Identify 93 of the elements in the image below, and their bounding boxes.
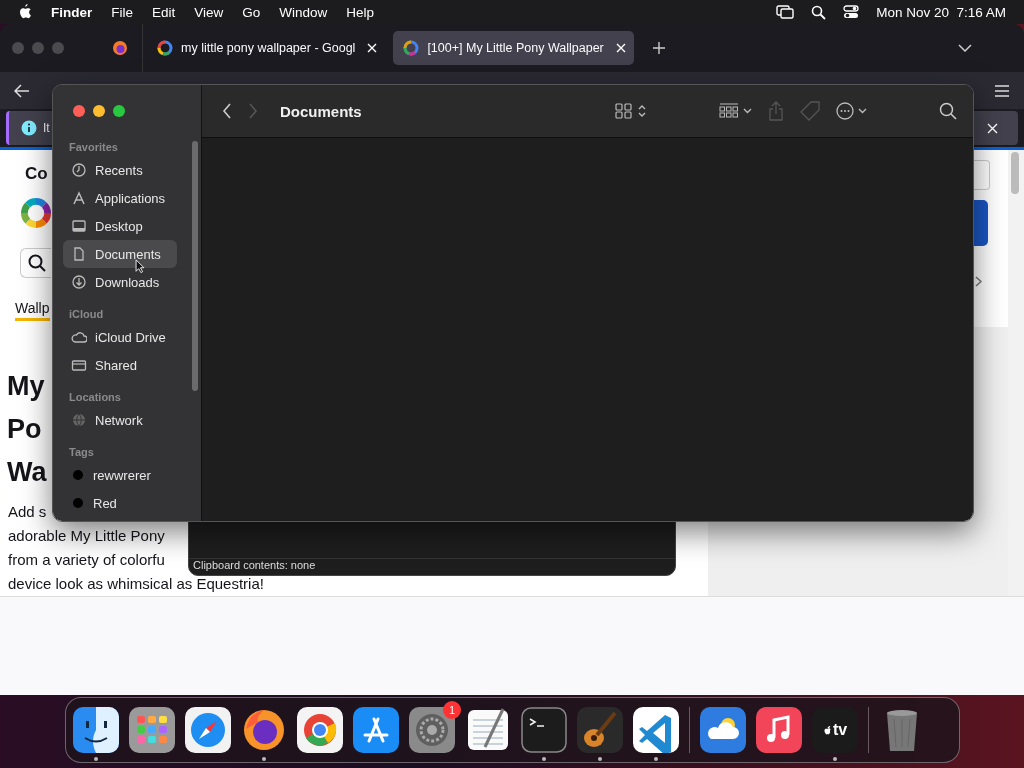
window-title: Documents: [280, 102, 362, 120]
tv-app-icon[interactable]: tv: [812, 707, 858, 753]
app-grid-icon[interactable]: [129, 707, 175, 753]
app-menu[interactable]: Finder: [51, 4, 93, 20]
shared-folder-icon: [71, 357, 87, 373]
sidebar-item[interactable]: iCloud Drive: [63, 323, 177, 351]
up-down-chevron-icon[interactable]: [637, 103, 647, 119]
sidebar-item[interactable]: rewwrerer: [63, 461, 177, 489]
menu-item[interactable]: Edit: [152, 4, 176, 20]
tag-dot-icon: [73, 470, 83, 480]
sidebar-heading: Favorites: [68, 141, 119, 154]
sidebar-heading: Tags: [68, 446, 95, 459]
compass-icon[interactable]: [185, 707, 231, 753]
site-title[interactable]: Co: [15, 163, 48, 184]
paragraph-line: from a variety of colorfu: [8, 549, 165, 570]
sidebar-item[interactable]: Shared: [63, 351, 177, 379]
search-icon[interactable]: [939, 102, 957, 120]
clipboard-status: Clipboard contents: none: [189, 558, 675, 575]
menu-icon[interactable]: [994, 84, 1010, 97]
sidebar-heading: iCloud: [68, 308, 105, 321]
browser-tab[interactable]: my little pony wallpaper - Googl: [147, 31, 386, 65]
triangle-lines-icon[interactable]: [353, 707, 399, 753]
close-icon[interactable]: [615, 43, 626, 53]
globe-icon: [71, 412, 87, 428]
search-field[interactable]: [20, 247, 51, 278]
sidebar-item[interactable]: Red: [63, 489, 177, 517]
menu-item[interactable]: View: [194, 4, 224, 20]
sidebar-item[interactable]: Desktop: [63, 212, 177, 240]
tv-label: tv: [832, 721, 848, 739]
clock-text[interactable]: Mon Nov 20 7:16 AM: [876, 4, 1006, 20]
clock-icon: [71, 162, 87, 178]
sidebar-item[interactable]: Applications: [63, 184, 177, 212]
fox-icon[interactable]: [241, 707, 287, 753]
paragraph-line: adorable My Little Pony: [8, 525, 165, 546]
paragraph-line: Add s: [8, 501, 47, 522]
guitar-icon[interactable]: [577, 707, 623, 753]
document-icon: [71, 246, 87, 262]
notification-badge: 1: [443, 701, 461, 719]
sidebar-heading: Locations: [68, 391, 122, 404]
menu-item[interactable]: Window: [279, 4, 328, 20]
color-wheel-icon[interactable]: [21, 197, 51, 228]
cloud-icon: [71, 329, 87, 345]
scrollbar-thumb[interactable]: [1011, 151, 1019, 194]
screen-mirroring-icon[interactable]: [776, 5, 795, 19]
search-icon[interactable]: [811, 4, 827, 20]
chevron-down-icon[interactable]: [858, 108, 867, 114]
sidebar-item[interactable]: Documents: [63, 240, 177, 268]
gear-icon[interactable]: [409, 707, 455, 753]
fox-icon[interactable]: [112, 40, 128, 56]
apps-icon: [71, 190, 87, 206]
chevron-down-icon[interactable]: [958, 44, 972, 52]
music-note-icon[interactable]: [756, 707, 802, 753]
info-icon: [21, 120, 37, 137]
colored-ring-icon: [157, 40, 173, 56]
heading-line: Po: [7, 412, 42, 446]
tag-dot-icon: [73, 498, 83, 508]
nav-link[interactable]: Wallp: [15, 299, 50, 321]
download-icon: [71, 274, 87, 290]
sidebar-item[interactable]: Recents: [63, 156, 177, 184]
sidebar-item[interactable]: Network: [63, 406, 177, 434]
apple-logo-icon: [822, 724, 832, 736]
toggles-icon[interactable]: [843, 5, 860, 19]
chevron-right-icon[interactable]: [975, 275, 982, 287]
weather-cloud-icon[interactable]: [700, 707, 746, 753]
back-arrow-icon[interactable]: [14, 83, 30, 98]
back-chevron-icon[interactable]: [222, 103, 232, 119]
desktop-icon: [71, 218, 87, 234]
menu-item[interactable]: Go: [242, 4, 261, 20]
heading-line: Wa: [7, 455, 47, 489]
heading-line: My: [7, 369, 45, 403]
ribbon-icon[interactable]: [633, 707, 679, 753]
group-grid-icon[interactable]: [719, 103, 739, 119]
notepad-icon[interactable]: [465, 707, 511, 753]
more-icon[interactable]: [836, 102, 854, 120]
face-icon[interactable]: [73, 707, 119, 753]
menu-item[interactable]: File: [111, 4, 134, 20]
new-tab-icon[interactable]: [651, 41, 666, 55]
grid-view-icon[interactable]: [615, 103, 633, 119]
chevron-down-icon[interactable]: [743, 108, 752, 114]
scrollbar-thumb[interactable]: [192, 141, 198, 391]
pointer-cursor-icon: [135, 259, 145, 273]
sidebar-item[interactable]: Downloads: [63, 268, 177, 296]
apple-logo-icon[interactable]: [18, 4, 32, 20]
close-icon[interactable]: [987, 122, 998, 134]
browser-tab[interactable]: [100+] My Little Pony Wallpaper: [393, 31, 634, 65]
notification-text: It: [43, 121, 50, 136]
paragraph-line: device look as whimsical as Equestria!: [8, 573, 264, 594]
search-icon: [28, 253, 46, 272]
colored-ring-icon: [403, 40, 420, 56]
close-icon[interactable]: [367, 43, 378, 53]
terminal-icon[interactable]: [521, 707, 567, 753]
ring-icon[interactable]: [297, 707, 343, 753]
menu-item[interactable]: Help: [346, 4, 375, 20]
